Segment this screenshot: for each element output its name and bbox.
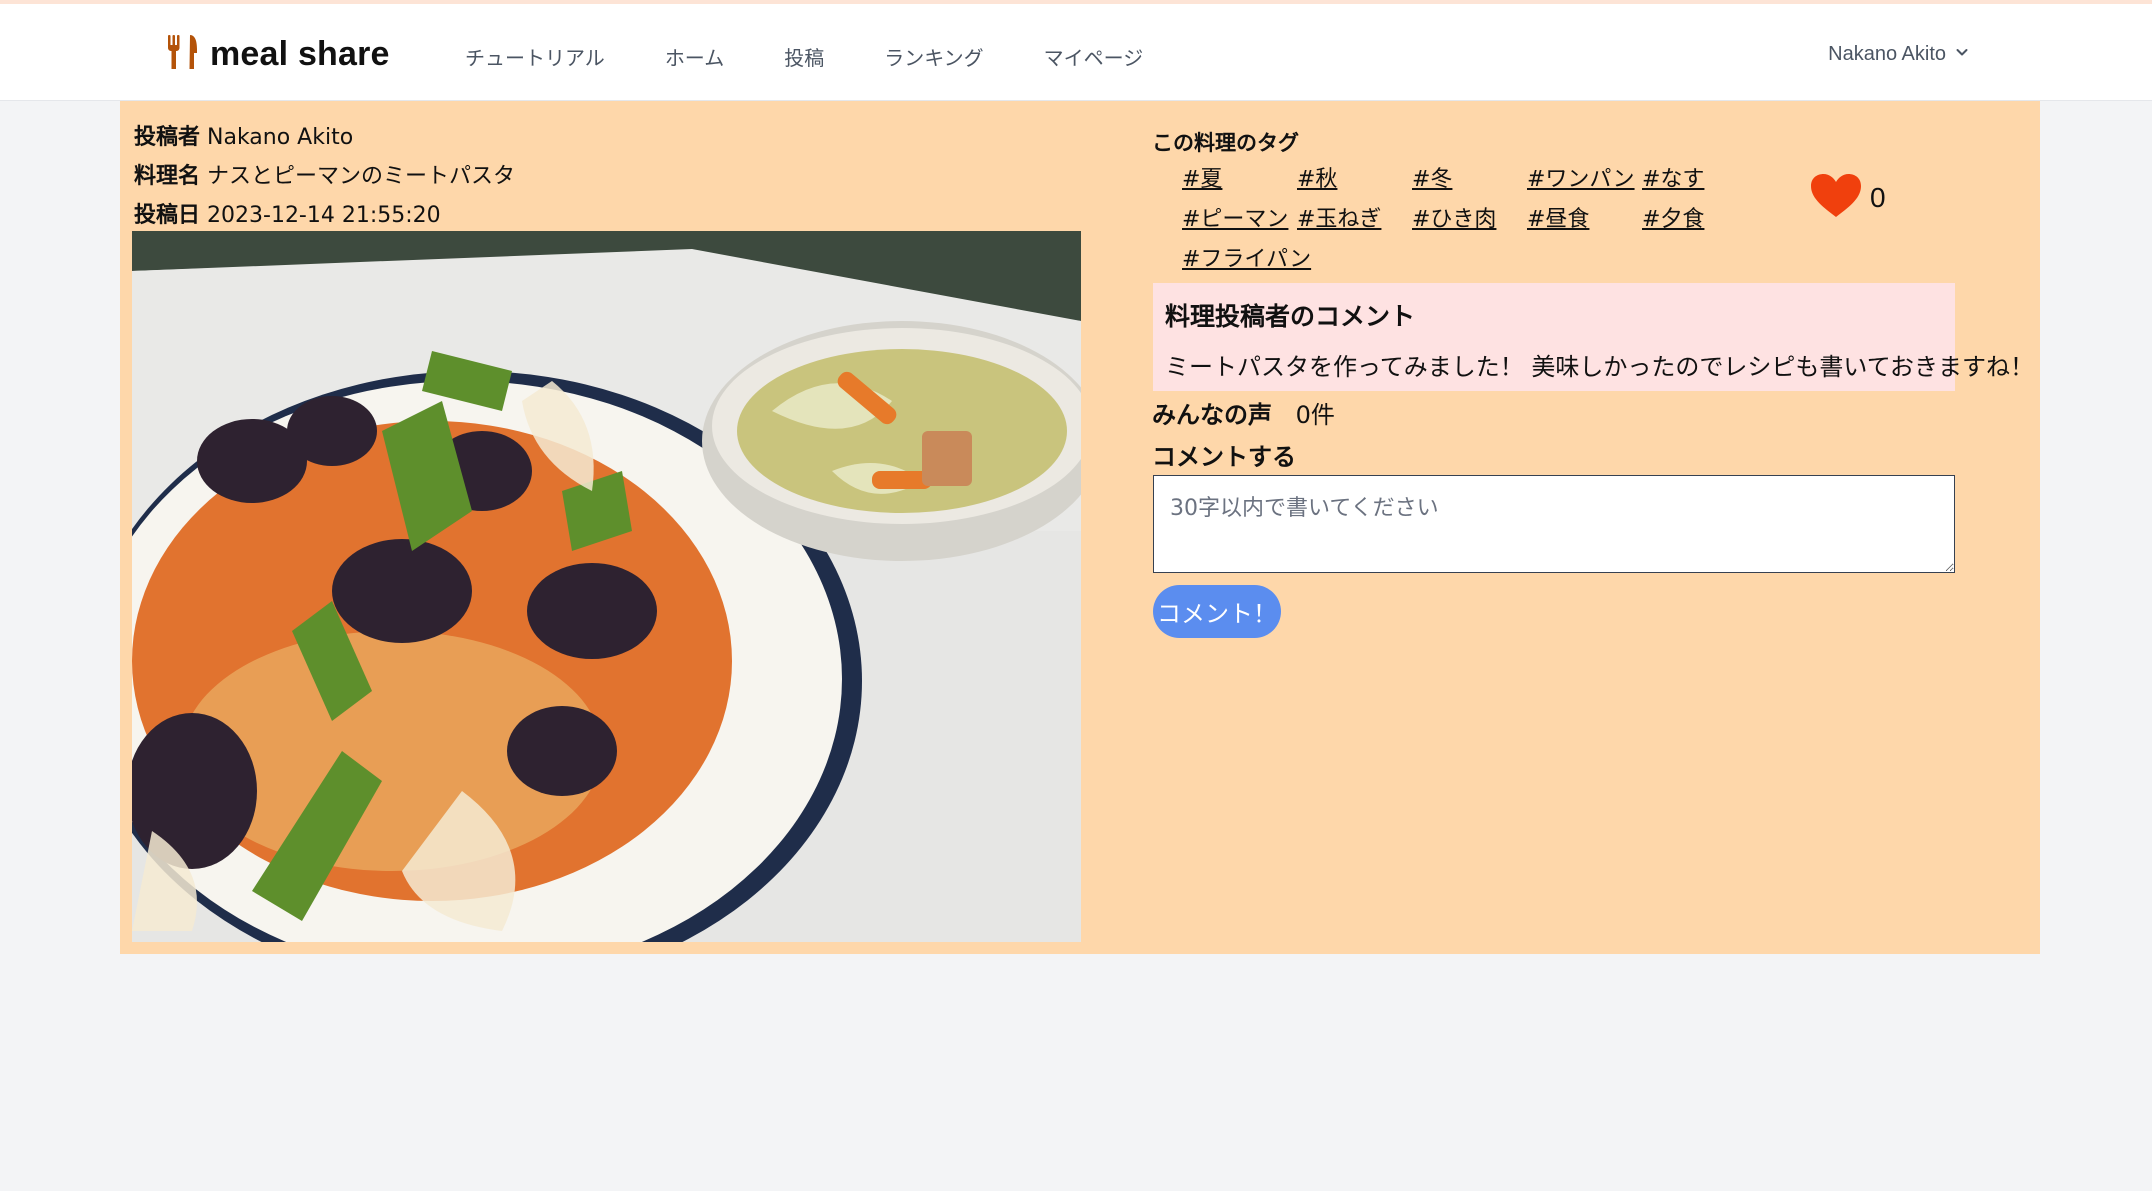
post-dish: 料理名 ナスとピーマンのミートパスタ xyxy=(134,158,515,190)
comments-count: 0件 xyxy=(1295,401,1335,429)
nav-post[interactable]: 投稿 xyxy=(784,42,824,71)
comment-form-label: コメントする xyxy=(1152,443,1296,471)
tag-link[interactable]: #夕食 xyxy=(1642,201,1757,233)
logo[interactable]: meal share xyxy=(166,34,390,74)
author-comment-title: 料理投稿者のコメント xyxy=(1165,302,1416,331)
user-name: Nakano Akito xyxy=(1828,43,1946,65)
dish-name: ナスとピーマンのミートパスタ xyxy=(207,164,516,189)
comment-submit-button[interactable]: コメント！ xyxy=(1153,585,1281,638)
comment-input[interactable] xyxy=(1153,475,1955,573)
tags-title: この料理のタグ xyxy=(1152,131,1299,155)
nav-ranking[interactable]: ランキング xyxy=(884,42,983,71)
author-comment-text: ミートパスタを作ってみました！ 美味しかったのでレシピも書いておきますね！ xyxy=(1165,353,2034,381)
author-label: 投稿者 xyxy=(134,125,201,150)
heart-icon xyxy=(1810,173,1862,223)
chevron-down-icon xyxy=(1946,43,1970,66)
fork-knife-icon xyxy=(166,33,200,75)
date-value: 2023-12-14 21:55:20 xyxy=(207,203,441,228)
post-date: 投稿日 2023-12-14 21:55:20 xyxy=(134,197,441,229)
tag-link[interactable]: #ひき肉 xyxy=(1412,201,1527,233)
voices-label: みんなの声 xyxy=(1152,401,1272,429)
tag-link[interactable]: #夏 xyxy=(1182,161,1297,193)
dish-label: 料理名 xyxy=(134,164,201,189)
tag-link[interactable]: #秋 xyxy=(1297,161,1412,193)
tag-link[interactable]: #なす xyxy=(1642,161,1757,193)
logo-text: meal share xyxy=(210,34,390,73)
nav-tutorial[interactable]: チュートリアル xyxy=(465,42,605,71)
tag-link[interactable]: #ピーマン xyxy=(1182,201,1297,233)
nav-mypage[interactable]: マイページ xyxy=(1044,42,1144,71)
author-comment-box: 料理投稿者のコメント ミートパスタを作ってみました！ 美味しかったのでレシピも書… xyxy=(1153,283,2034,391)
user-menu-button[interactable]: Nakano Akito xyxy=(1828,43,1970,66)
post-card: 投稿者 Nakano Akito 料理名 ナスとピーマンのミートパスタ 投稿日 … xyxy=(120,101,2040,954)
navbar: meal share チュートリアル ホーム 投稿 ランキング マイページ Na… xyxy=(0,4,2152,101)
tag-link[interactable]: #冬 xyxy=(1412,161,1527,193)
nav-home[interactable]: ホーム xyxy=(665,42,724,71)
post-author: 投稿者 Nakano Akito xyxy=(134,119,353,151)
comments-summary: みんなの声 0件 xyxy=(1152,395,1335,430)
tag-link[interactable]: #玉ねぎ xyxy=(1297,201,1412,233)
tag-link[interactable]: #昼食 xyxy=(1527,201,1642,233)
author-name: Nakano Akito xyxy=(207,125,354,150)
like-button[interactable]: 0 xyxy=(1810,173,1886,223)
tag-link[interactable]: #ワンパン xyxy=(1527,161,1642,193)
like-count: 0 xyxy=(1870,182,1886,213)
tag-link[interactable]: #フライパン xyxy=(1182,241,1311,273)
tag-list: #夏 #秋 #冬 #ワンパン #なす #ピーマン #玉ねぎ #ひき肉 #昼食 #… xyxy=(1182,161,1742,273)
dish-photo xyxy=(132,231,1081,942)
main-nav: チュートリアル ホーム 投稿 ランキング マイページ xyxy=(465,42,1203,71)
date-label: 投稿日 xyxy=(134,203,201,228)
